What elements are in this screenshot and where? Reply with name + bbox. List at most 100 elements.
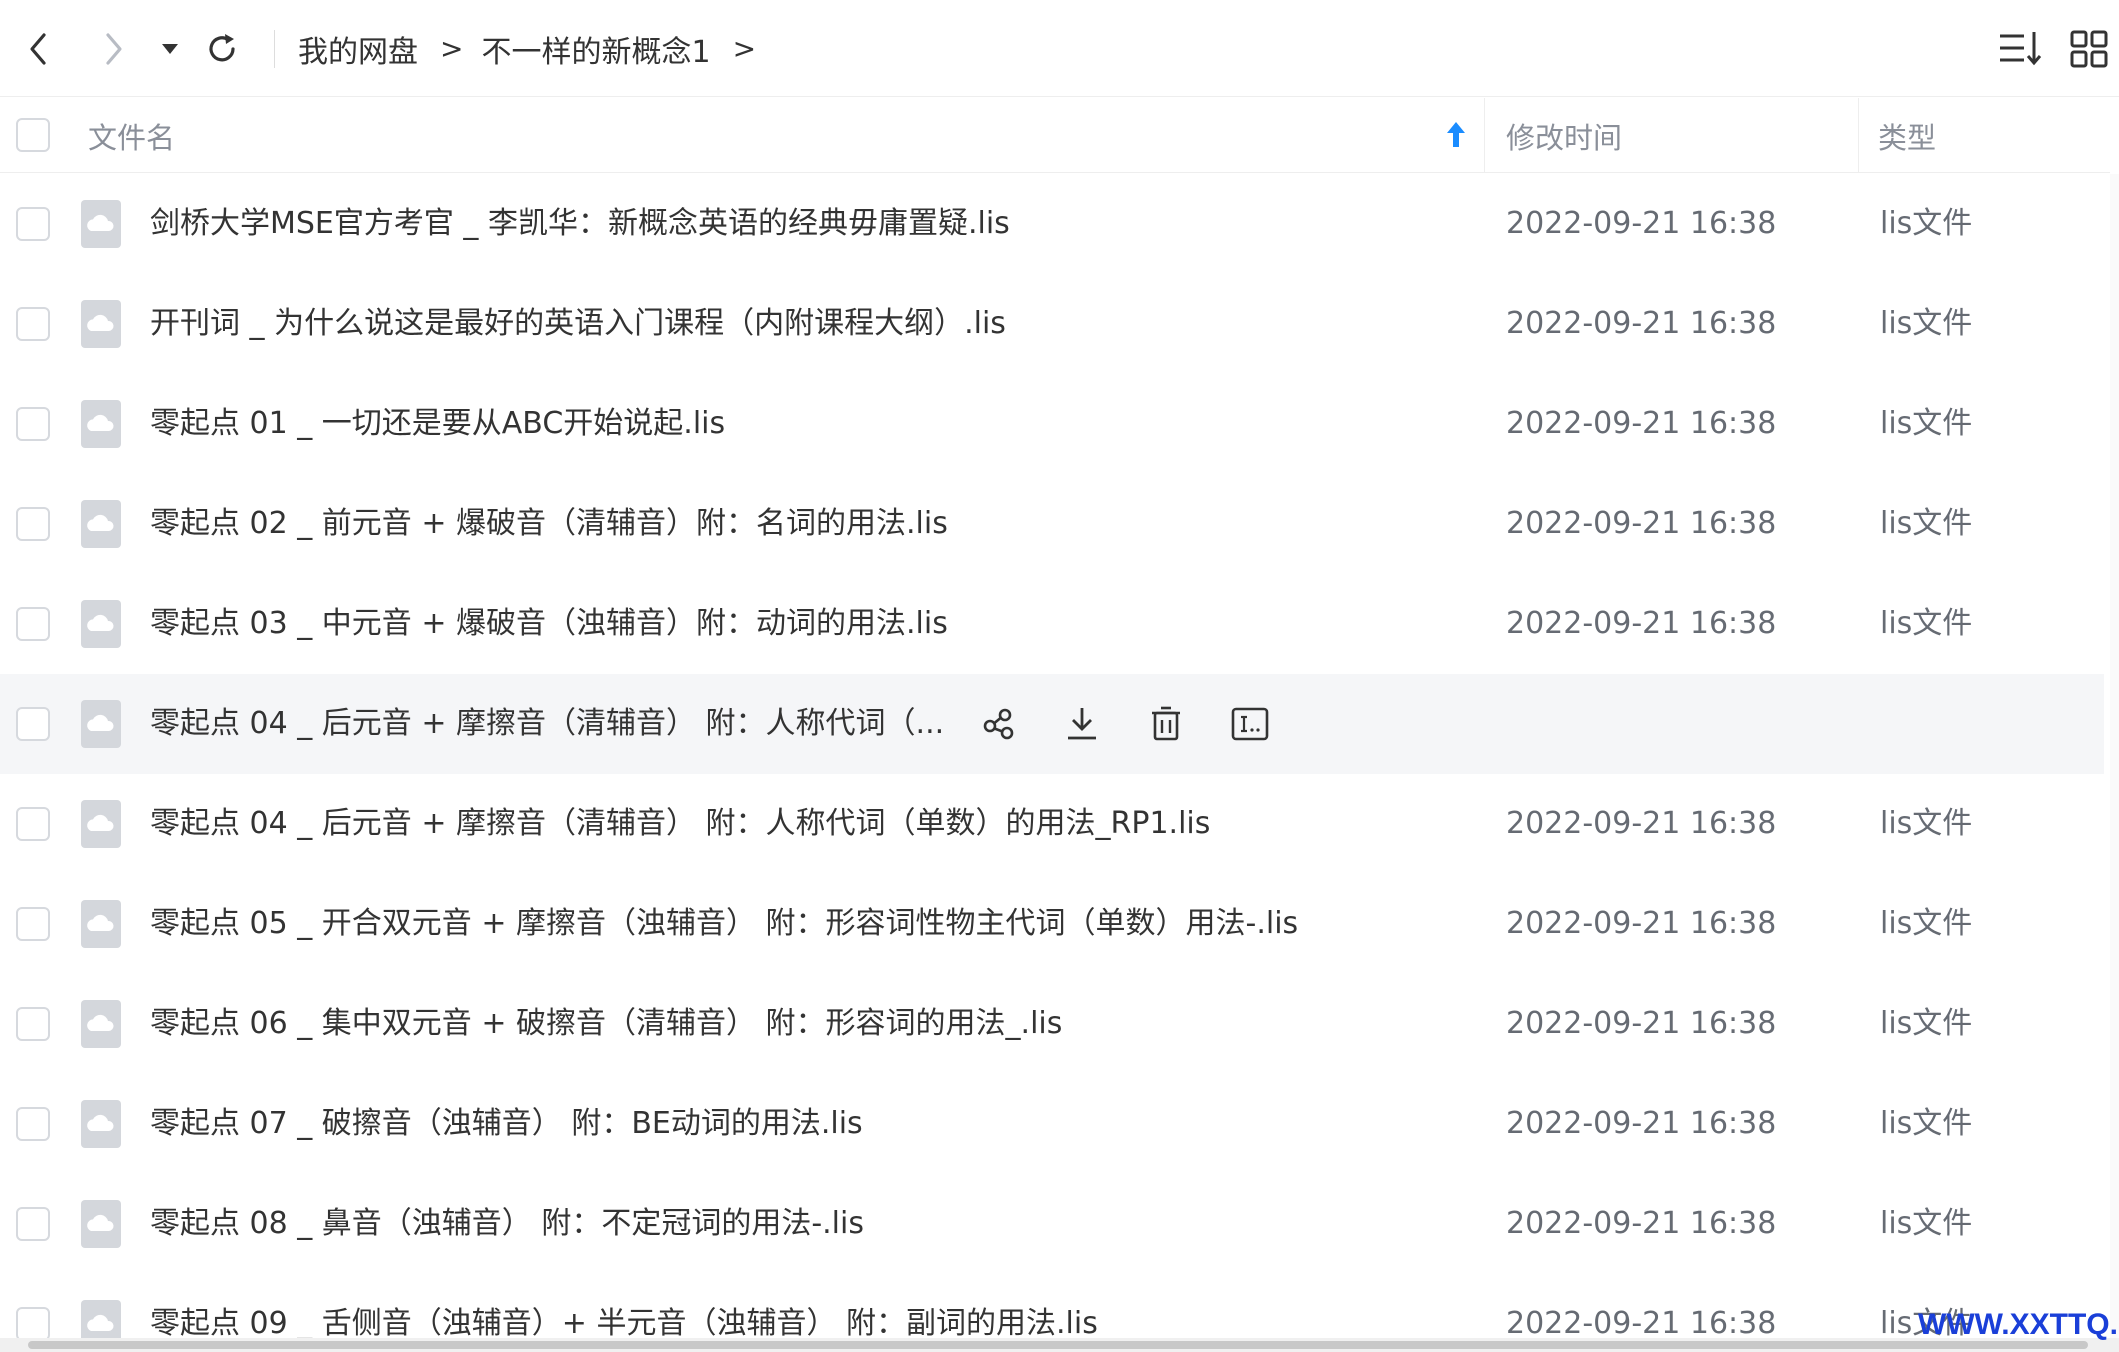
row-checkbox[interactable] xyxy=(16,307,50,341)
file-icon xyxy=(81,500,121,548)
row-checkbox[interactable] xyxy=(16,507,50,541)
breadcrumb-item-folder[interactable]: 不一样的新概念1 xyxy=(481,27,710,71)
file-modified-time: 2022-09-21 16:38 xyxy=(1506,506,1777,541)
column-header-type[interactable]: 类型 xyxy=(1878,98,1936,173)
toolbar-divider xyxy=(274,30,275,68)
file-row[interactable]: 零起点 02 _ 前元音 + 爆破音（清辅音）附：名词的用法.lis 2022-… xyxy=(0,474,2104,574)
file-modified-time: 2022-09-21 16:38 xyxy=(1506,906,1777,941)
file-name[interactable]: 零起点 05 _ 开合双元音 + 摩擦音（浊辅音） 附：形容词性物主代词（单数）… xyxy=(150,874,1298,974)
delete-icon[interactable] xyxy=(1144,702,1188,746)
row-checkbox[interactable] xyxy=(16,207,50,241)
file-icon xyxy=(81,200,121,248)
file-icon xyxy=(81,900,121,948)
file-modified-time: 2022-09-21 16:38 xyxy=(1506,206,1777,241)
file-list: 剑桥大学MSE官方考官 _ 李凯华：新概念英语的经典毋庸置疑.lis 2022-… xyxy=(0,174,2110,1338)
sort-ascending-icon[interactable] xyxy=(1444,120,1468,150)
grid-view-icon xyxy=(2070,30,2108,68)
file-list-header: 文件名 修改时间 类型 xyxy=(0,98,2110,173)
file-row[interactable]: 零起点 07 _ 破擦音（浊辅音） 附：BE动词的用法.lis 2022-09-… xyxy=(0,1074,2104,1174)
file-icon xyxy=(81,400,121,448)
row-checkbox[interactable] xyxy=(16,1207,50,1241)
file-name[interactable]: 零起点 01 _ 一切还是要从ABC开始说起.lis xyxy=(150,374,725,474)
caret-down-icon xyxy=(162,43,178,54)
sort-button[interactable] xyxy=(1996,28,2044,70)
file-type: lis文件 xyxy=(1880,1106,1973,1141)
file-modified-time: 2022-09-21 16:38 xyxy=(1506,606,1777,641)
file-row[interactable]: 剑桥大学MSE官方考官 _ 李凯华：新概念英语的经典毋庸置疑.lis 2022-… xyxy=(0,174,2104,274)
breadcrumb-item-root[interactable]: 我的网盘 xyxy=(298,27,418,71)
forward-button[interactable] xyxy=(92,0,136,97)
file-row[interactable]: 零起点 01 _ 一切还是要从ABC开始说起.lis 2022-09-21 16… xyxy=(0,374,2104,474)
file-icon xyxy=(81,600,121,648)
column-header-name[interactable]: 文件名 xyxy=(88,98,175,173)
horizontal-scrollbar[interactable] xyxy=(0,1338,2119,1352)
file-modified-time: 2022-09-21 16:38 xyxy=(1506,1006,1777,1041)
file-name[interactable]: 零起点 09 _ 舌侧音（浊辅音）+ 半元音（浊辅音） 附：副词的用法.lis xyxy=(150,1274,1098,1338)
breadcrumb-separator[interactable]: > xyxy=(733,32,756,65)
file-type: lis文件 xyxy=(1880,206,1973,241)
sort-list-icon xyxy=(2000,32,2042,66)
file-modified-time: 2022-09-21 16:38 xyxy=(1506,1106,1777,1141)
row-checkbox[interactable] xyxy=(16,807,50,841)
back-button[interactable] xyxy=(16,0,60,97)
file-row-hovered[interactable]: 零起点 04 _ 后元音 + 摩擦音（清辅音） 附：人称代词（... xyxy=(0,674,2104,774)
file-type: lis文件 xyxy=(1880,506,1973,541)
column-divider[interactable] xyxy=(1484,98,1485,173)
file-row[interactable]: 零起点 06 _ 集中双元音 + 破擦音（清辅音） 附：形容词的用法_.lis … xyxy=(0,974,2104,1074)
file-name[interactable]: 零起点 08 _ 鼻音（浊辅音） 附：不定冠词的用法-.lis xyxy=(150,1174,864,1274)
row-checkbox[interactable] xyxy=(16,607,50,641)
vertical-scrollbar[interactable] xyxy=(2110,174,2119,1338)
breadcrumb-separator: > xyxy=(440,32,464,65)
select-all-checkbox[interactable] xyxy=(16,118,50,152)
chevron-right-icon xyxy=(106,32,122,65)
file-type: lis文件 xyxy=(1880,806,1973,841)
watermark: WWW.XXTTQ.COM xyxy=(1918,1308,2119,1341)
row-checkbox[interactable] xyxy=(16,907,50,941)
history-dropdown-button[interactable] xyxy=(156,0,184,97)
chevron-left-icon xyxy=(30,32,46,65)
file-name[interactable]: 零起点 04 _ 后元音 + 摩擦音（清辅音） 附：人称代词（单数）的用法_RP… xyxy=(150,774,1210,874)
column-header-time[interactable]: 修改时间 xyxy=(1506,98,1622,173)
row-checkbox[interactable] xyxy=(16,407,50,441)
file-type: lis文件 xyxy=(1880,306,1973,341)
file-name[interactable]: 零起点 04 _ 后元音 + 摩擦音（清辅音） 附：人称代词（... xyxy=(150,674,944,774)
file-type: lis文件 xyxy=(1880,1206,1973,1241)
file-type: lis文件 xyxy=(1880,606,1973,641)
column-divider[interactable] xyxy=(1858,98,1859,173)
file-row[interactable]: 零起点 09 _ 舌侧音（浊辅音）+ 半元音（浊辅音） 附：副词的用法.lis … xyxy=(0,1274,2104,1338)
row-checkbox[interactable] xyxy=(16,1307,50,1338)
file-icon xyxy=(81,1100,121,1148)
file-type: lis文件 xyxy=(1880,406,1973,441)
file-modified-time: 2022-09-21 16:38 xyxy=(1506,406,1777,441)
refresh-button[interactable] xyxy=(198,0,246,97)
horizontal-scrollbar-thumb[interactable] xyxy=(28,1341,2088,1349)
file-row[interactable]: 零起点 08 _ 鼻音（浊辅音） 附：不定冠词的用法-.lis 2022-09-… xyxy=(0,1174,2104,1274)
file-row[interactable]: 开刊词 _ 为什么说这是最好的英语入门课程（内附课程大纲）.lis 2022-0… xyxy=(0,274,2104,374)
file-name[interactable]: 开刊词 _ 为什么说这是最好的英语入门课程（内附课程大纲）.lis xyxy=(150,274,1006,374)
file-icon xyxy=(81,1000,121,1048)
file-row[interactable]: 零起点 05 _ 开合双元音 + 摩擦音（浊辅音） 附：形容词性物主代词（单数）… xyxy=(0,874,2104,974)
file-modified-time: 2022-09-21 16:38 xyxy=(1506,1306,1777,1338)
grid-view-button[interactable] xyxy=(2068,28,2110,70)
share-icon[interactable] xyxy=(976,702,1020,746)
file-name[interactable]: 零起点 07 _ 破擦音（浊辅音） 附：BE动词的用法.lis xyxy=(150,1074,863,1174)
rename-icon[interactable] xyxy=(1228,702,1272,746)
file-icon xyxy=(81,300,121,348)
file-name[interactable]: 零起点 06 _ 集中双元音 + 破擦音（清辅音） 附：形容词的用法_.lis xyxy=(150,974,1062,1074)
file-row[interactable]: 零起点 04 _ 后元音 + 摩擦音（清辅音） 附：人称代词（单数）的用法_RP… xyxy=(0,774,2104,874)
row-checkbox[interactable] xyxy=(16,1107,50,1141)
row-checkbox[interactable] xyxy=(16,707,50,741)
file-icon xyxy=(81,1300,121,1338)
file-row[interactable]: 零起点 03 _ 中元音 + 爆破音（浊辅音）附：动词的用法.lis 2022-… xyxy=(0,574,2104,674)
breadcrumb: 我的网盘 > 不一样的新概念1 > xyxy=(298,0,774,97)
row-checkbox[interactable] xyxy=(16,1007,50,1041)
file-icon xyxy=(81,800,121,848)
toolbar: 我的网盘 > 不一样的新概念1 > xyxy=(0,0,2119,97)
download-icon[interactable] xyxy=(1060,702,1104,746)
refresh-icon xyxy=(209,33,235,61)
file-type: lis文件 xyxy=(1880,906,1973,941)
file-icon xyxy=(81,1200,121,1248)
file-name[interactable]: 零起点 02 _ 前元音 + 爆破音（清辅音）附：名词的用法.lis xyxy=(150,474,948,574)
file-name[interactable]: 剑桥大学MSE官方考官 _ 李凯华：新概念英语的经典毋庸置疑.lis xyxy=(150,174,1010,274)
file-name[interactable]: 零起点 03 _ 中元音 + 爆破音（浊辅音）附：动词的用法.lis xyxy=(150,574,948,674)
